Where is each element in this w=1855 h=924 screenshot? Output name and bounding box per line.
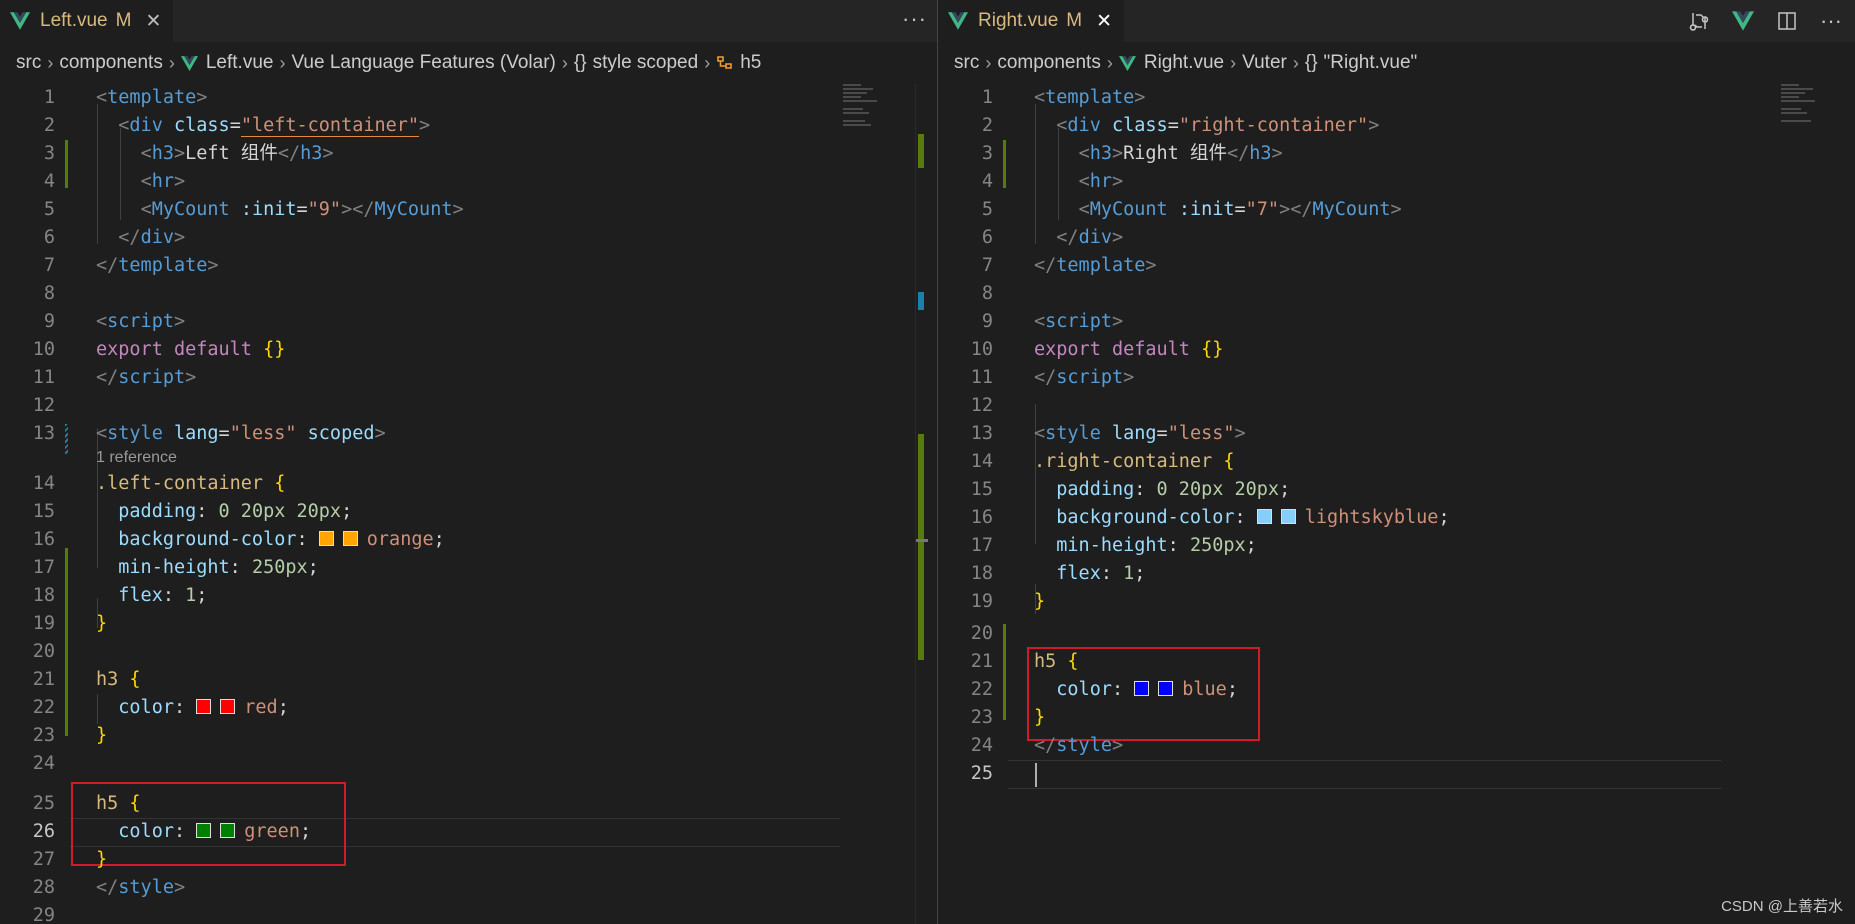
- vue-icon: [948, 12, 968, 30]
- tab-modified-indicator: M: [115, 10, 132, 31]
- editor-actions: ···: [1688, 8, 1842, 34]
- color-swatch[interactable]: [220, 698, 236, 714]
- breadcrumb-item-style[interactable]: style scoped: [593, 52, 699, 74]
- breadcrumb-item-file[interactable]: Left.vue: [206, 52, 274, 74]
- color-swatch[interactable]: [196, 822, 212, 838]
- vue-preview-icon[interactable]: [1732, 10, 1755, 32]
- color-swatch[interactable]: [1280, 508, 1296, 524]
- breadcrumb: src › components › Left.vue › Vue Langua…: [0, 42, 937, 84]
- right-tab-bar: Right.vue M ✕ ···: [938, 0, 1855, 42]
- watermark: CSDN @上善若水: [1721, 898, 1843, 915]
- close-icon[interactable]: ✕: [1096, 10, 1112, 33]
- breadcrumb-item-h5[interactable]: h5: [740, 52, 761, 74]
- compare-changes-icon[interactable]: [1688, 10, 1710, 32]
- right-code-editor[interactable]: 1 <template> 2 <div class="right-containe…: [938, 84, 1855, 924]
- chevron-right-icon: ›: [1292, 52, 1299, 73]
- more-actions-icon[interactable]: ···: [1820, 8, 1842, 34]
- color-swatch[interactable]: [196, 698, 212, 714]
- chevron-right-icon: ›: [561, 52, 568, 73]
- chevron-right-icon: ›: [704, 52, 711, 73]
- breadcrumb-item-file[interactable]: Right.vue: [1144, 52, 1224, 74]
- left-editor-pane: Left.vue M ✕ ··· src › components › Left…: [0, 0, 937, 924]
- structure-icon: [717, 56, 733, 69]
- right-editor-pane: Right.vue M ✕ ··· src › components › Rig…: [937, 0, 1855, 924]
- breadcrumb-item-components[interactable]: components: [59, 52, 163, 74]
- color-swatch[interactable]: [220, 822, 236, 838]
- chevron-right-icon: ›: [279, 52, 286, 73]
- gutter-added-marker: [1003, 140, 1006, 188]
- gutter-added-marker: [65, 140, 68, 188]
- gutter-added-marker: [1003, 624, 1006, 720]
- gutter-modified-marker: [65, 424, 68, 454]
- tab-left-vue[interactable]: Left.vue M ✕: [0, 0, 175, 42]
- tab-modified-indicator: M: [1066, 10, 1083, 31]
- chevron-right-icon: ›: [47, 52, 54, 73]
- braces-icon: {}: [1304, 52, 1318, 73]
- braces-icon: {}: [573, 52, 587, 73]
- more-actions-icon[interactable]: ···: [902, 6, 927, 32]
- tab-filename: Right.vue: [978, 10, 1059, 31]
- gutter-added-marker: [65, 548, 68, 736]
- color-swatch[interactable]: [1158, 680, 1174, 696]
- breadcrumb-item-src[interactable]: src: [954, 52, 979, 74]
- breadcrumb-item-language[interactable]: Vuter: [1242, 52, 1287, 74]
- breadcrumb-item-language[interactable]: Vue Language Features (Volar): [291, 52, 555, 74]
- breadcrumb-item-components[interactable]: components: [997, 52, 1101, 74]
- breadcrumb-item-src[interactable]: src: [16, 52, 41, 74]
- color-swatch[interactable]: [1134, 680, 1150, 696]
- chevron-right-icon: ›: [1230, 52, 1237, 73]
- color-swatch[interactable]: [1256, 508, 1272, 524]
- close-icon[interactable]: ✕: [145, 10, 161, 33]
- vertical-scrollbar[interactable]: [915, 84, 930, 924]
- color-swatch[interactable]: [342, 530, 358, 546]
- vue-icon: [180, 55, 198, 71]
- left-code-editor[interactable]: 1 <template> 2 <div class="left-container…: [0, 84, 937, 924]
- tab-filename: Left.vue: [40, 10, 108, 31]
- vue-icon: [10, 12, 30, 30]
- breadcrumb: src › components › Right.vue › Vuter › {…: [938, 42, 1855, 84]
- chevron-right-icon: ›: [168, 52, 175, 73]
- chevron-right-icon: ›: [985, 52, 992, 73]
- split-editor-icon[interactable]: [1776, 10, 1798, 32]
- left-tab-bar: Left.vue M ✕ ···: [0, 0, 937, 42]
- tab-right-vue[interactable]: Right.vue M ✕: [938, 0, 1126, 42]
- text-cursor: [1035, 763, 1037, 787]
- color-swatch[interactable]: [318, 530, 334, 546]
- vue-icon: [1118, 55, 1136, 71]
- chevron-right-icon: ›: [1106, 52, 1113, 73]
- current-line-highlight: [1008, 760, 1721, 789]
- breadcrumb-item-symbol[interactable]: "Right.vue": [1324, 52, 1418, 74]
